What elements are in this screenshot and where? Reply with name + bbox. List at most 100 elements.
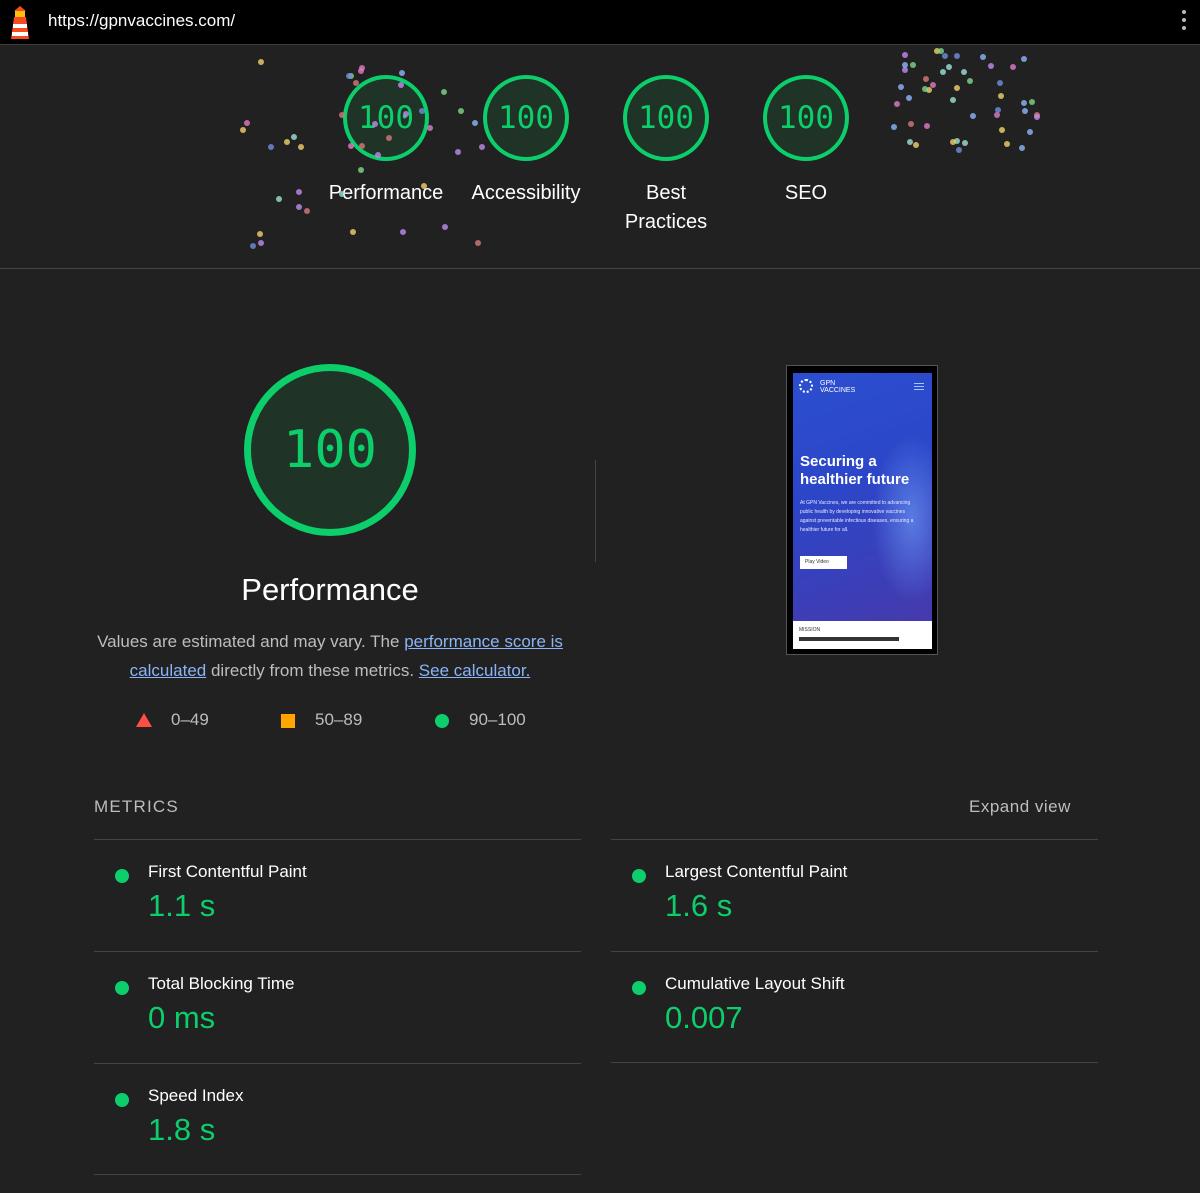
confetti-dot — [418, 108, 425, 115]
confetti-dot — [894, 101, 901, 108]
screenshot-body: At GPN Vaccines, we are committed to adv… — [800, 500, 914, 533]
lighthouse-logo-icon — [11, 6, 29, 39]
confetti-dot — [297, 143, 304, 150]
confetti-dot — [953, 84, 960, 91]
confetti-dot — [1029, 99, 1036, 106]
divider — [611, 839, 1098, 840]
screenshot-mission-label: MISSION — [799, 627, 821, 633]
confetti-dot — [997, 80, 1004, 87]
confetti-dot — [937, 47, 944, 54]
metric-value: 0 ms — [148, 1000, 216, 1035]
legend-pass: 90–100 — [469, 710, 526, 729]
confetti-dot — [913, 141, 920, 148]
confetti-dot — [980, 54, 987, 61]
divider — [94, 951, 581, 952]
confetti-dot — [1021, 100, 1028, 107]
gauge-score: 100 — [358, 100, 414, 136]
page-url[interactable]: https://gpnvaccines.com/ — [48, 11, 235, 31]
confetti-dot — [338, 111, 345, 118]
gauge-label: Performance — [328, 182, 444, 204]
performance-gauge: 100 — [244, 364, 416, 536]
metric-title: Total Blocking Time — [148, 974, 295, 993]
confetti-dot — [961, 69, 968, 76]
metric-title: First Contentful Paint — [148, 862, 307, 881]
gauge-seo[interactable]: 100 SEO — [736, 75, 876, 208]
hamburger-icon — [914, 383, 924, 392]
confetti-dot — [399, 228, 406, 235]
metric-title: Largest Contentful Paint — [665, 862, 848, 881]
confetti-dot — [472, 119, 479, 126]
average-square-icon — [281, 714, 295, 728]
top-bar: https://gpnvaccines.com/ — [0, 0, 1200, 45]
gauge-best-practices[interactable]: 100 Best Practices — [596, 75, 736, 237]
confetti-dot — [930, 82, 937, 89]
confetti-dot — [902, 67, 909, 74]
pass-circle-icon — [435, 714, 449, 728]
metric-title: Speed Index — [148, 1086, 244, 1105]
confetti-dot — [1004, 141, 1011, 148]
gpn-logo-icon — [799, 379, 813, 393]
confetti-dot — [239, 126, 246, 133]
legend-average: 50–89 — [315, 710, 363, 729]
confetti-dot — [942, 53, 949, 60]
confetti-dot — [1021, 107, 1028, 114]
see-calculator-link[interactable]: See calculator. — [419, 661, 531, 680]
confetti-dot — [905, 95, 912, 102]
confetti-dot — [346, 72, 353, 79]
confetti-dot — [1010, 63, 1017, 70]
confetti-dot — [966, 78, 973, 85]
confetti-dot — [897, 83, 904, 90]
screenshot-mission-heading — [799, 637, 899, 641]
expand-view-toggle[interactable]: Expand view — [969, 797, 1071, 817]
confetti-dot — [923, 76, 930, 83]
confetti-dot — [940, 69, 947, 76]
confetti-dot — [1033, 114, 1040, 121]
confetti-dot — [457, 107, 464, 114]
screenshot-mission-section: MISSION — [793, 621, 932, 649]
desc-text: directly from these metrics. — [206, 661, 419, 680]
confetti-dot — [970, 113, 977, 120]
confetti-dot — [950, 138, 957, 145]
pass-circle-icon — [632, 869, 646, 883]
screenshot-play-button: Play Video — [800, 556, 847, 569]
performance-description: Values are estimated and may vary. The p… — [90, 627, 570, 685]
confetti-dot — [357, 67, 364, 74]
confetti-dot — [441, 223, 448, 230]
confetti-dot — [997, 92, 1004, 99]
gauge-accessibility[interactable]: 100 Accessibility — [456, 75, 596, 208]
confetti-dot — [454, 149, 461, 156]
confetti-dot — [962, 140, 969, 147]
metric-value: 1.8 s — [148, 1112, 216, 1147]
confetti-dot — [257, 240, 264, 247]
gauge-label: Best Practices — [624, 182, 708, 233]
page-screenshot[interactable]: GPN VACCINES Securing a healthier future … — [786, 365, 938, 655]
confetti-dot — [994, 106, 1001, 113]
metric-title: Cumulative Layout Shift — [665, 974, 845, 993]
confetti-dot — [950, 97, 957, 104]
pass-circle-icon — [115, 981, 129, 995]
legend-fail: 0–49 — [171, 710, 209, 729]
confetti-dot — [290, 133, 297, 140]
confetti-dot — [275, 196, 282, 203]
confetti-dot — [475, 240, 482, 247]
confetti-dot — [352, 80, 359, 87]
divider — [94, 839, 581, 840]
confetti-dot — [304, 208, 311, 215]
divider — [611, 1062, 1098, 1063]
brand-line2: VACCINES — [820, 387, 856, 394]
more-menu-icon[interactable] — [1182, 10, 1188, 34]
confetti-dot — [993, 112, 1000, 119]
confetti-dot — [258, 59, 265, 66]
confetti-dot — [267, 143, 274, 150]
confetti-dot — [257, 230, 264, 237]
metric-value: 0.007 — [665, 1000, 743, 1035]
brand-line1: GPN — [820, 380, 836, 387]
vertical-divider — [595, 460, 596, 562]
gauge-performance[interactable]: 100 Performance — [316, 75, 456, 208]
confetti-dot — [988, 62, 995, 69]
confetti-dot — [1020, 56, 1027, 62]
divider — [94, 1174, 581, 1175]
fail-triangle-icon — [136, 713, 152, 727]
gauge-ring: 100 — [623, 75, 709, 161]
performance-score: 100 — [283, 420, 377, 480]
